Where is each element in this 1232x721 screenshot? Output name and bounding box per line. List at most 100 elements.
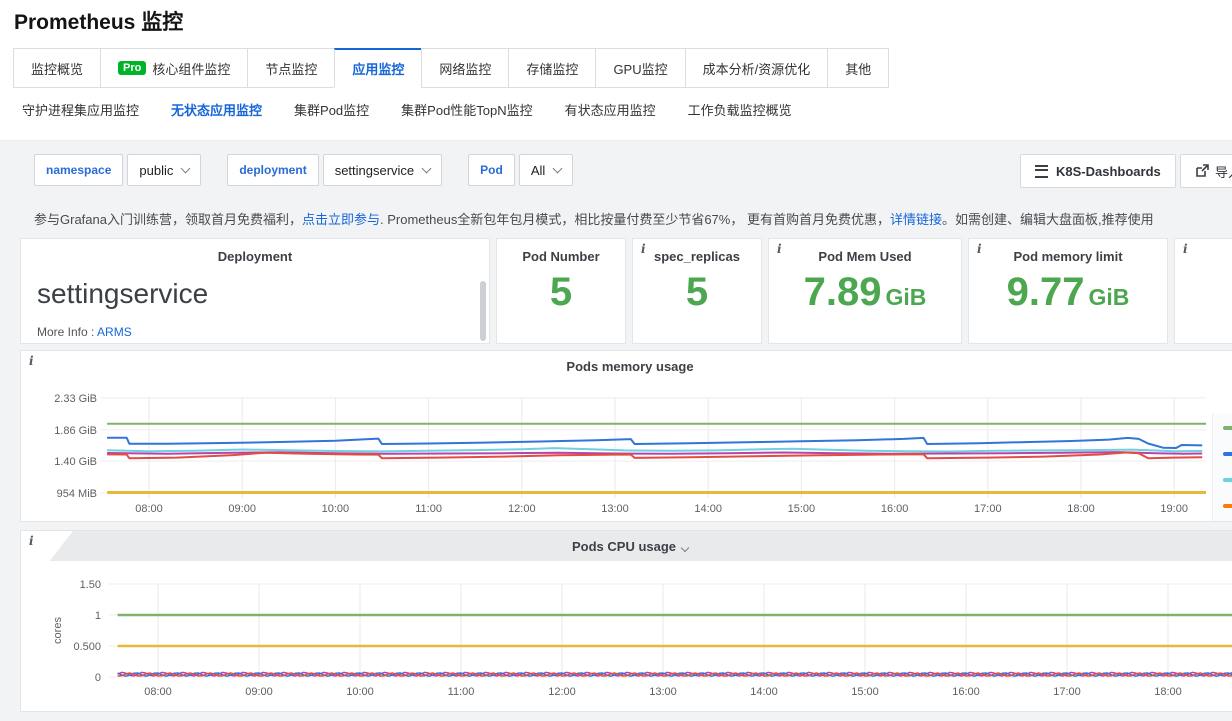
svg-text:12:00: 12:00 (508, 503, 536, 515)
svg-text:19:00: 19:00 (1160, 503, 1188, 515)
pod-mem-used-value: 7.89GiB (769, 272, 961, 312)
pod-filter-label: Pod (468, 154, 515, 186)
panel-scrollbar[interactable] (480, 281, 486, 341)
stat-title: Deployment (21, 249, 489, 264)
promo-banner: 参与Grafana入门训练营，领取首月免费福利，点击立即参与. Promethe… (34, 209, 1154, 228)
cpu-chart-title[interactable]: Pods CPU usage (21, 539, 1232, 554)
svg-text:17:00: 17:00 (1053, 686, 1081, 698)
legend-swatch[interactable] (1223, 478, 1232, 482)
prometheus-dashboard-page: { "page": { "title": "Prometheus 监控" }, … (0, 0, 1232, 720)
tab-stateful-app[interactable]: 有状态应用监控 (565, 100, 656, 119)
legend-swatch[interactable] (1223, 504, 1232, 508)
filter-bar: namespace public deployment settingservi… (34, 154, 573, 186)
tab-gpu-monitor[interactable]: GPU监控 (595, 48, 685, 88)
memory-chart-legend-clipped[interactable] (1212, 413, 1232, 521)
legend-swatch[interactable] (1223, 426, 1232, 430)
stat-panel-row: Deployment settingservice More Info : AR… (20, 238, 1232, 344)
spec-replicas-stat-panel: i spec_replicas 5 (632, 238, 762, 344)
banner-join-link[interactable]: 点击立即参与 (302, 212, 380, 227)
more-info-line: More Info : ARMS (37, 325, 132, 339)
tab-network-monitor[interactable]: 网络监控 (421, 48, 509, 88)
tab-app-monitor[interactable]: 应用监控 (334, 48, 422, 88)
svg-text:954 MiB: 954 MiB (57, 488, 97, 500)
legend-swatch[interactable] (1223, 452, 1232, 456)
svg-text:15:00: 15:00 (788, 503, 816, 515)
pod-number-value: 5 (497, 272, 625, 312)
tab-cluster-pod-topn[interactable]: 集群Pod性能TopN监控 (401, 100, 532, 119)
banner-text: . Prometheus全新包年包月模式，相比按量付费至少节省67%， 更有首购… (380, 212, 890, 227)
svg-text:18:00: 18:00 (1154, 686, 1182, 698)
svg-text:13:00: 13:00 (601, 503, 629, 515)
deployment-filter: deployment settingservice (227, 154, 442, 186)
chevron-down-icon (553, 163, 563, 173)
namespace-filter: namespace public (34, 154, 201, 186)
chevron-down-icon (422, 163, 432, 173)
tab-stateless-app[interactable]: 无状态应用监控 (171, 100, 262, 119)
pod-memory-limit-value: 9.77GiB (969, 272, 1167, 312)
pod-select[interactable]: All (519, 154, 573, 186)
arms-link[interactable]: ARMS (97, 325, 132, 339)
svg-text:0: 0 (95, 672, 101, 684)
svg-text:1.86 GiB: 1.86 GiB (54, 425, 97, 437)
tab-daemonset-app[interactable]: 守护进程集应用监控 (22, 100, 139, 119)
svg-text:14:00: 14:00 (750, 686, 778, 698)
info-icon[interactable]: i (641, 243, 646, 255)
external-link-icon (1195, 164, 1209, 178)
deployment-value: settingservice (37, 280, 489, 308)
banner-text: 。如需创建、编辑大盘面板,推荐使用 (942, 212, 1154, 227)
svg-text:1.40 GiB: 1.40 GiB (54, 456, 97, 468)
tab-node-monitor[interactable]: 节点监控 (247, 48, 335, 88)
pod-filter: Pod All (468, 154, 573, 186)
clipped-stat-panel: i (1174, 238, 1232, 344)
chevron-down-icon (181, 163, 191, 173)
stat-title: Pod Number (497, 249, 625, 264)
svg-text:09:00: 09:00 (245, 686, 273, 698)
deployment-stat-panel: Deployment settingservice More Info : AR… (20, 238, 490, 344)
banner-details-link[interactable]: 详情链接 (890, 212, 942, 227)
tab-cost-analysis[interactable]: 成本分析/资源优化 (685, 48, 829, 88)
tab-monitor-overview[interactable]: 监控概览 (13, 48, 101, 88)
tab-storage-monitor[interactable]: 存储监控 (508, 48, 596, 88)
pod-memory-limit-stat-panel: i Pod memory limit 9.77GiB (968, 238, 1168, 344)
svg-text:cores: cores (52, 617, 64, 644)
secondary-tab-bar: 守护进程集应用监控 无状态应用监控 集群Pod监控 集群Pod性能TopN监控 … (22, 100, 792, 119)
banner-text: 参与Grafana入门训练营，领取首月免费福利， (34, 212, 302, 227)
svg-text:08:00: 08:00 (135, 503, 163, 515)
page-title: Prometheus 监控 (14, 6, 183, 36)
svg-text:11:00: 11:00 (448, 686, 475, 698)
info-icon[interactable]: i (777, 243, 782, 255)
tab-cluster-pod[interactable]: 集群Pod监控 (294, 100, 369, 119)
import-button[interactable]: 导入( (1180, 154, 1232, 188)
svg-text:11:00: 11:00 (415, 503, 442, 515)
svg-text:2.33 GiB: 2.33 GiB (54, 393, 97, 405)
svg-text:15:00: 15:00 (851, 686, 879, 698)
namespace-filter-label: namespace (34, 154, 123, 186)
pod-mem-used-stat-panel: i Pod Mem Used 7.89GiB (768, 238, 962, 344)
info-icon[interactable]: i (1183, 243, 1188, 255)
k8s-dashboards-button[interactable]: K8S-Dashboards (1020, 154, 1176, 188)
svg-text:14:00: 14:00 (694, 503, 722, 515)
cpu-usage-chart-panel: i Pods CPU usage 08:0009:0010:0011:0012:… (20, 530, 1232, 712)
memory-usage-chart-panel: i Pods memory usage 08:0009:0010:0011:00… (20, 350, 1232, 522)
deployment-filter-label: deployment (227, 154, 318, 186)
svg-text:12:00: 12:00 (548, 686, 576, 698)
tab-workload-overview[interactable]: 工作负载监控概览 (688, 100, 792, 119)
svg-text:16:00: 16:00 (952, 686, 980, 698)
svg-text:10:00: 10:00 (322, 503, 350, 515)
svg-text:17:00: 17:00 (974, 503, 1002, 515)
pro-badge: Pro (118, 61, 146, 75)
svg-text:09:00: 09:00 (228, 503, 256, 515)
info-icon[interactable]: i (977, 243, 982, 255)
memory-chart-title: Pods memory usage (21, 359, 1232, 374)
hamburger-icon (1035, 165, 1048, 178)
deployment-select[interactable]: settingservice (323, 154, 442, 186)
svg-text:1: 1 (95, 610, 101, 622)
tab-other[interactable]: 其他 (827, 48, 889, 88)
namespace-select[interactable]: public (127, 154, 201, 186)
tab-core-components[interactable]: Pro核心组件监控 (100, 48, 248, 88)
svg-text:10:00: 10:00 (346, 686, 374, 698)
stat-title: Pod memory limit (969, 249, 1167, 264)
memory-usage-chart: 08:00 09:00 10:00 11:00 12:00 13:00 14:00 15:00… (21, 351, 1232, 522)
chevron-down-icon (681, 544, 689, 552)
spec-replicas-value: 5 (633, 272, 761, 312)
